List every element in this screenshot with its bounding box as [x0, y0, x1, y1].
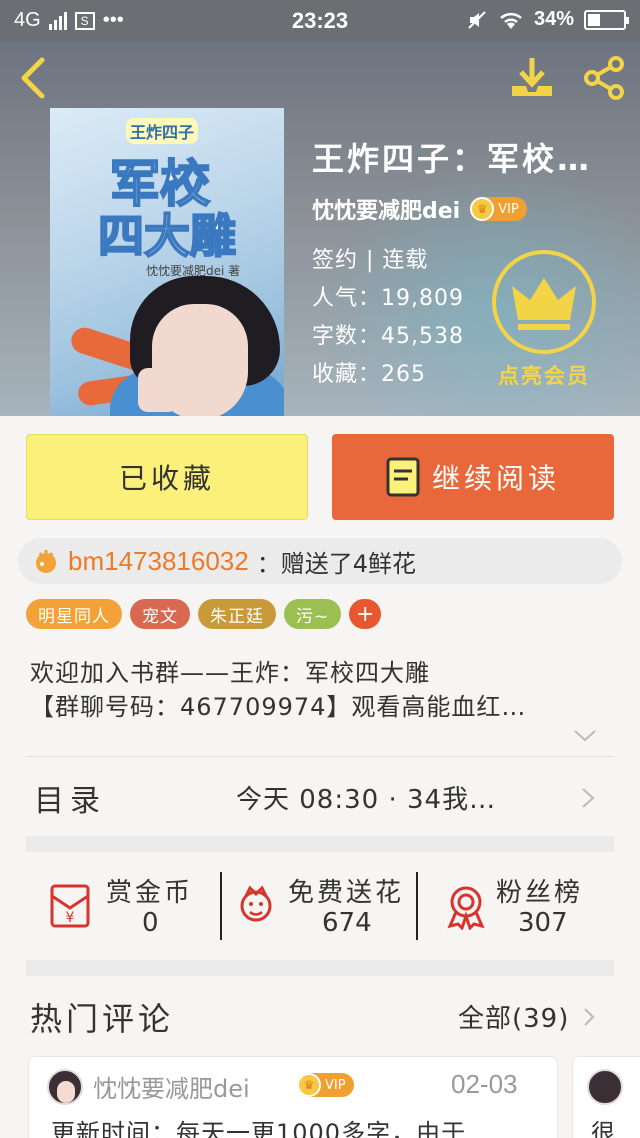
book-title: 王炸四子：军校…	[312, 140, 593, 178]
cover-title-line2: 四大雕	[97, 208, 237, 264]
gift-user[interactable]: bm1473816032	[68, 546, 249, 577]
book-header: 王炸四子 军校 四大雕 忱忱要减肥dei 著 王炸四子：军校… 忱忱要减肥dei…	[0, 42, 640, 416]
continue-reading-button[interactable]: 继续阅读	[332, 434, 614, 520]
gift-flower-icon	[36, 550, 56, 573]
cover-figure-hand	[138, 368, 178, 412]
book-status: 签约 | 连载	[312, 248, 429, 273]
stat-value: 674	[322, 908, 372, 938]
hot-comments-title: 热门评论	[30, 1000, 175, 1038]
share-icon[interactable]	[580, 54, 628, 102]
book-favorites: 收藏：265	[312, 362, 426, 387]
avatar[interactable]	[587, 1069, 623, 1105]
tag[interactable]: 宠文	[130, 599, 190, 629]
vip-member-button[interactable]	[492, 250, 596, 354]
comment-card[interactable]: 很	[572, 1056, 640, 1138]
avatar[interactable]	[47, 1069, 83, 1105]
stat-label: 粉丝榜	[496, 878, 584, 908]
book-cover[interactable]: 王炸四子 军校 四大雕 忱忱要减肥dei 著	[50, 108, 284, 416]
flower-icon	[240, 885, 272, 922]
vertical-separator	[220, 872, 222, 940]
expand-chevron-icon[interactable]	[572, 728, 598, 744]
all-comments-link[interactable]: 全部(39)	[458, 998, 569, 1035]
comment-card[interactable]: 忱忱要减肥dei ♛ VIP 02-03 更新时间：每天一更1000多字，由于	[28, 1056, 558, 1138]
wifi-icon	[500, 12, 522, 29]
comment-date: 02-03	[451, 1069, 518, 1099]
gift-notice[interactable]: bm1473816032 ：赠送了4鲜花	[18, 538, 622, 584]
fan-ranking-stat[interactable]: 粉丝榜 307	[442, 868, 612, 944]
author-name[interactable]: 忱忱要减肥dei	[312, 193, 460, 225]
tag[interactable]: 污~	[284, 599, 342, 629]
crown-icon	[512, 278, 576, 330]
battery-percent: 34%	[533, 8, 574, 30]
vip-badge: ♛ VIP	[297, 1073, 354, 1097]
tag-list: 明星同人 宠文 朱正廷 污~ +	[26, 599, 382, 629]
stat-value: 0	[142, 908, 159, 938]
tag[interactable]: 明星同人	[26, 599, 122, 629]
vip-badge: ♛ VIP	[470, 197, 527, 221]
vip-member-label[interactable]: 点亮会员	[492, 360, 596, 390]
svg-text:¥: ¥	[66, 910, 75, 926]
download-icon[interactable]	[508, 54, 556, 102]
book-popularity: 人气：19,809	[312, 286, 464, 311]
stat-label: 赏金币	[106, 878, 194, 908]
toc-label[interactable]: 目录	[34, 776, 106, 820]
favorited-button[interactable]: 已收藏	[26, 434, 308, 520]
stat-value: 307	[518, 908, 568, 938]
mute-icon	[468, 10, 486, 29]
reward-coins-stat[interactable]: ¥ 赏金币 0	[46, 868, 216, 944]
comment-text: 很	[591, 1119, 615, 1138]
comment-user[interactable]: 忱忱要减肥dei	[93, 1069, 250, 1104]
continue-reading-label: 继续阅读	[431, 462, 560, 495]
comment-text: 更新时间：每天一更1000多字，由于	[51, 1119, 467, 1138]
cover-small-title: 王炸四子	[126, 118, 199, 144]
add-tag-button[interactable]: +	[349, 599, 382, 629]
description-line: 【群聊号码：467709974】观看高能血红…	[30, 693, 527, 721]
free-flowers-stat[interactable]: 免费送花 674	[232, 868, 412, 944]
tag[interactable]: 朱正廷	[198, 599, 276, 629]
section-separator	[26, 960, 614, 976]
gift-text: ：赠送了4鲜花	[256, 549, 416, 578]
red-envelope-icon: ¥	[50, 884, 90, 928]
battery-icon	[584, 9, 629, 30]
toc-latest-update[interactable]: 今天 08:30 · 34我…	[236, 779, 496, 816]
book-icon	[386, 457, 420, 497]
crown-icon: ♛	[297, 1073, 321, 1097]
book-word-count: 字数：45,538	[312, 324, 464, 349]
crown-icon: ♛	[470, 197, 495, 221]
stat-label: 免费送花	[288, 878, 405, 908]
medal-icon	[447, 886, 485, 930]
status-bar: 4G S ••• 23:23 34%	[0, 0, 640, 42]
section-separator	[26, 836, 614, 852]
vertical-separator	[416, 872, 418, 940]
chevron-right-icon[interactable]	[582, 1006, 596, 1028]
chevron-right-icon[interactable]	[580, 786, 596, 810]
back-arrow-icon[interactable]	[14, 54, 54, 102]
divider	[26, 756, 614, 757]
description-line: 欢迎加入书群——王炸：军校四大雕	[30, 659, 430, 687]
book-description[interactable]: 欢迎加入书群——王炸：军校四大雕 【群聊号码：467709974】观看高能血红…	[30, 656, 616, 724]
